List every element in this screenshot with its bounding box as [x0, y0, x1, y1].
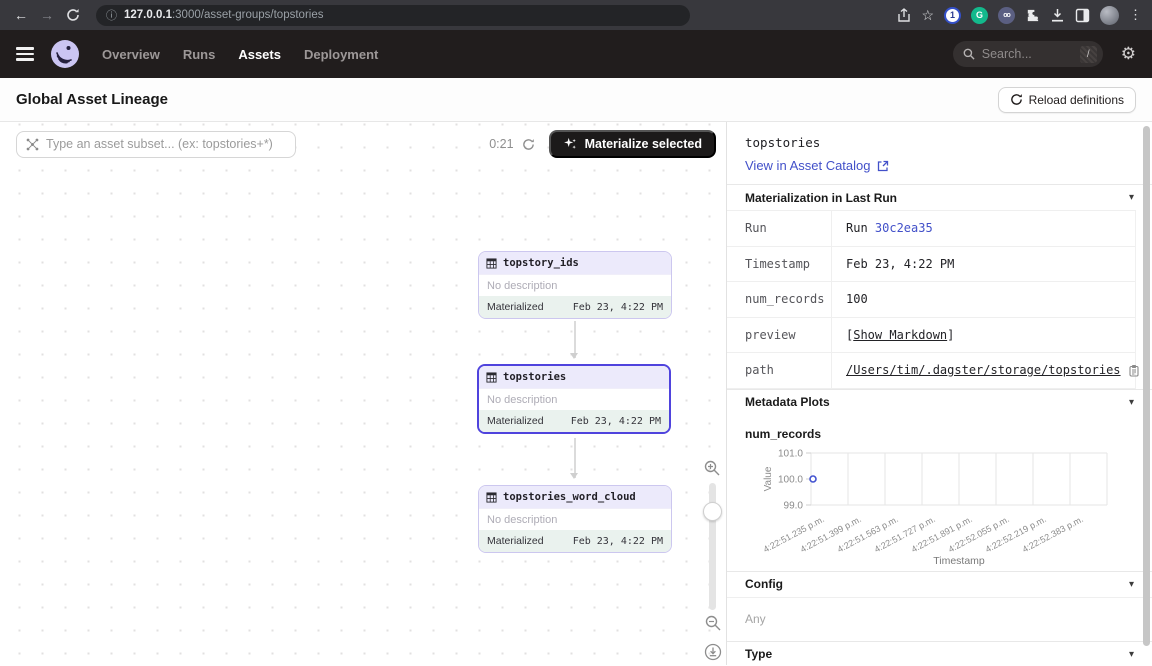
browser-actions: ☆ 1 G oo ⋮: [897, 6, 1142, 25]
hamburger-menu-icon[interactable]: [16, 47, 34, 60]
download-icon[interactable]: [1050, 8, 1065, 23]
table-row: path /Users/tim/.dagster/storage/topstor…: [727, 353, 1135, 389]
table-icon: [486, 372, 497, 383]
copy-icon[interactable]: [1128, 364, 1140, 377]
asset-name: topstories: [503, 371, 566, 383]
password-extension-icon[interactable]: 1: [944, 7, 961, 24]
url-text: 127.0.0.1:3000/asset-groups/topstories: [124, 9, 323, 21]
asset-status: Materialized: [487, 415, 544, 427]
asset-node-topstories-word-cloud[interactable]: topstories_word_cloud No description Mat…: [478, 485, 672, 553]
asset-subset-input[interactable]: Type an asset subset... (ex: topstories+…: [16, 131, 296, 158]
asset-materialized-time: Feb 23, 4:22 PM: [573, 536, 663, 547]
table-row: preview [Show Markdown]: [727, 318, 1135, 354]
asset-description: No description: [479, 388, 669, 410]
table-icon: [486, 492, 497, 503]
materialization-table: Run Run 30c2ea35 Timestamp Feb 23, 4:22 …: [727, 210, 1136, 389]
asset-status: Materialized: [487, 535, 544, 547]
lineage-edge: [574, 321, 576, 358]
nav-assets[interactable]: Assets: [238, 47, 281, 62]
num-records-chart: 101.0100.099.0Value4:22:51.235 p.m.4:22:…: [727, 443, 1152, 571]
asset-node-topstories[interactable]: topstories No description Materialized F…: [477, 364, 671, 434]
run-id-link[interactable]: 30c2ea35: [875, 221, 933, 235]
svg-text:Value: Value: [763, 466, 774, 491]
asset-name: topstories_word_cloud: [503, 491, 636, 503]
table-row: Run Run 30c2ea35: [727, 211, 1135, 247]
nav-deployment[interactable]: Deployment: [304, 47, 378, 62]
panel-scrollbar[interactable]: [1143, 126, 1150, 646]
config-value: Any: [727, 597, 1152, 641]
asset-status: Materialized: [487, 301, 544, 313]
search-shortcut-key: /: [1080, 46, 1097, 63]
zoom-slider-handle[interactable]: [703, 502, 722, 521]
asset-filter-icon: [26, 138, 39, 151]
browser-menu-icon[interactable]: ⋮: [1129, 7, 1142, 23]
svg-text:4:22:51.235 p.m.: 4:22:51.235 p.m.: [762, 513, 826, 554]
settings-gear-icon[interactable]: ⚙: [1121, 44, 1136, 64]
plot-title: num_records: [727, 415, 1152, 443]
section-type[interactable]: Type ▾: [727, 641, 1152, 666]
bookmark-star-icon[interactable]: ☆: [921, 7, 934, 24]
page-header: Global Asset Lineage Reload definitions: [0, 78, 1152, 122]
section-materialization[interactable]: Materialization in Last Run ▾: [727, 184, 1152, 210]
panel-asset-name: topstories: [745, 135, 1134, 150]
external-link-icon: [877, 160, 889, 172]
search-icon: [963, 48, 975, 60]
view-in-asset-catalog-link[interactable]: View in Asset Catalog: [745, 158, 889, 173]
page-title: Global Asset Lineage: [16, 91, 168, 108]
reload-icon[interactable]: [62, 0, 84, 30]
back-icon[interactable]: ←: [10, 0, 32, 30]
puzzle-extension-icon[interactable]: [1025, 8, 1040, 23]
table-row: num_records 100: [727, 282, 1135, 318]
browser-toolbar: ← → ⓘ 127.0.0.1:3000/asset-groups/topsto…: [0, 0, 1152, 30]
nav-runs[interactable]: Runs: [183, 47, 216, 62]
asset-name: topstory_ids: [503, 257, 579, 269]
section-config[interactable]: Config ▾: [727, 571, 1152, 597]
asset-description: No description: [479, 508, 671, 530]
svg-text:Timestamp: Timestamp: [933, 555, 985, 567]
table-icon: [486, 258, 497, 269]
reload-definitions-button[interactable]: Reload definitions: [998, 87, 1136, 113]
zoom-in-icon[interactable]: [704, 460, 720, 476]
chevron-down-icon[interactable]: ▾: [1129, 397, 1134, 408]
chevron-down-icon[interactable]: ▾: [1129, 579, 1134, 590]
show-markdown-link[interactable]: Show Markdown: [853, 328, 947, 342]
grammarly-extension-icon[interactable]: G: [971, 7, 988, 24]
owl-extension-icon[interactable]: oo: [998, 7, 1015, 24]
chevron-down-icon[interactable]: ▾: [1129, 649, 1134, 660]
svg-text:100.0: 100.0: [778, 474, 803, 485]
asset-materialized-time: Feb 23, 4:22 PM: [571, 416, 661, 427]
share-icon[interactable]: [897, 8, 911, 23]
global-search-input[interactable]: Search... /: [953, 41, 1103, 67]
nav-links: Overview Runs Assets Deployment: [102, 47, 378, 62]
forward-icon[interactable]: →: [36, 0, 58, 30]
reload-definitions-icon: [1010, 93, 1023, 106]
table-row: Timestamp Feb 23, 4:22 PM: [727, 247, 1135, 283]
asset-detail-panel: topstories View in Asset Catalog Materia…: [726, 122, 1152, 665]
materialize-selected-button[interactable]: Materialize selected: [549, 130, 716, 158]
dagster-logo[interactable]: [50, 39, 80, 69]
side-panel-icon[interactable]: [1075, 8, 1090, 23]
asset-description: No description: [479, 274, 671, 296]
asset-graph-canvas[interactable]: Type an asset subset... (ex: topstories+…: [0, 122, 726, 665]
recenter-icon[interactable]: [704, 643, 722, 661]
site-info-icon[interactable]: ⓘ: [106, 7, 117, 23]
asset-node-topstory-ids[interactable]: topstory_ids No description Materialized…: [478, 251, 672, 319]
refresh-timer: 0:21: [489, 137, 513, 151]
svg-text:101.0: 101.0: [778, 448, 803, 459]
zoom-out-icon[interactable]: [705, 615, 721, 631]
app-navbar: Overview Runs Assets Deployment Search..…: [0, 30, 1152, 78]
section-metadata-plots[interactable]: Metadata Plots ▾: [727, 389, 1152, 415]
search-placeholder: Search...: [982, 47, 1073, 61]
graph-refresh-icon[interactable]: [522, 138, 535, 151]
sparkle-icon: [563, 137, 577, 151]
svg-text:99.0: 99.0: [784, 500, 804, 511]
asset-subset-placeholder: Type an asset subset... (ex: topstories+…: [46, 137, 273, 151]
address-bar[interactable]: ⓘ 127.0.0.1:3000/asset-groups/topstories: [96, 5, 690, 26]
asset-materialized-time: Feb 23, 4:22 PM: [573, 302, 663, 313]
nav-overview[interactable]: Overview: [102, 47, 160, 62]
chevron-down-icon[interactable]: ▾: [1129, 192, 1134, 203]
profile-avatar[interactable]: [1100, 6, 1119, 25]
path-link[interactable]: /Users/tim/.dagster/storage/topstories: [846, 363, 1121, 377]
lineage-edge: [574, 438, 576, 478]
